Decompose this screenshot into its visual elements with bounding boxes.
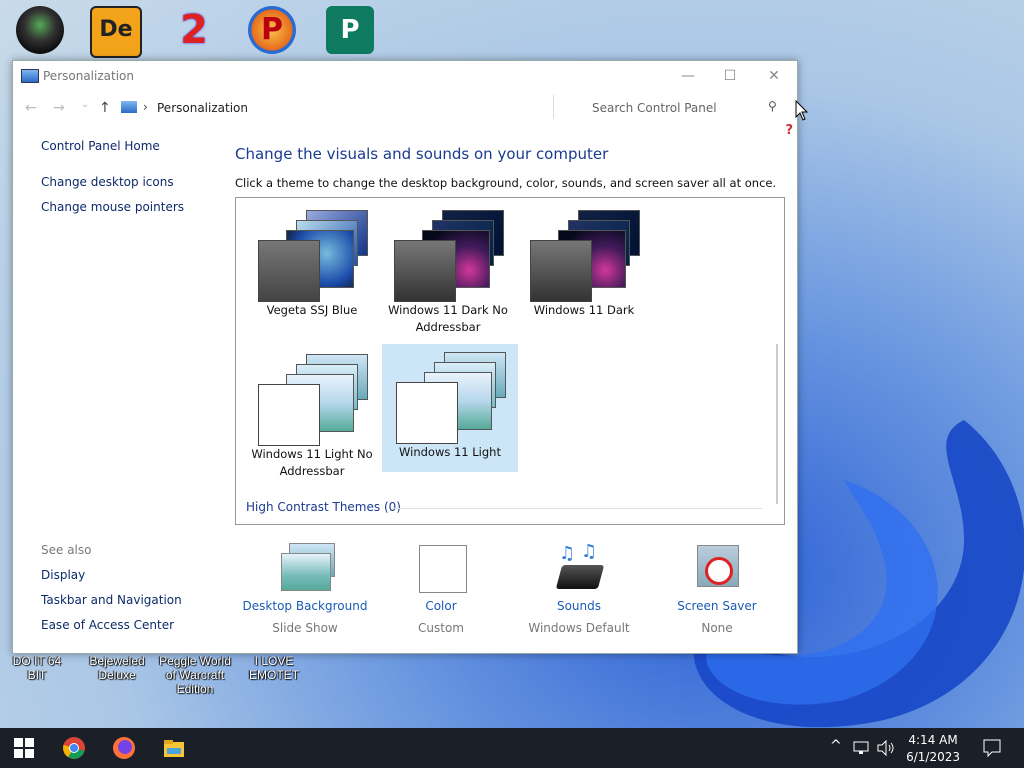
desktop-icon-app1[interactable] [10, 6, 70, 54]
see-also-taskbar-navigation[interactable]: Taskbar and Navigation [41, 593, 182, 607]
page-subtitle: Click a theme to change the desktop back… [235, 176, 777, 190]
sounds-label: Sounds [556, 599, 602, 613]
desktop-background-option[interactable]: Desktop Background Slide Show [237, 543, 373, 635]
desktop-label-emotet[interactable]: I LOVE EMOTET [236, 654, 312, 682]
color-value: Custom [418, 621, 464, 635]
sidebar-control-panel-home[interactable]: Control Panel Home [41, 139, 160, 153]
color-label: Color [425, 599, 457, 613]
network-icon[interactable] [852, 739, 870, 757]
desktop-label-doit[interactable]: DO IT 64 BIT [4, 654, 70, 682]
notification-icon[interactable] [982, 738, 1002, 758]
peggle-icon: P [248, 6, 296, 54]
control-panel-icon [121, 101, 137, 113]
firefox-icon[interactable] [112, 736, 136, 760]
mouse-cursor-icon [795, 100, 809, 121]
address-bar: ← → ⌄ ↑ › Personalization Search Control… [13, 95, 797, 121]
theme-name: Windows 11 Dark [533, 303, 635, 317]
see-also-ease-of-access[interactable]: Ease of Access Center [41, 618, 174, 632]
theme-tile[interactable]: Windows 11 Light No Addressbar [244, 346, 380, 478]
theme-name: Windows 11 Light [399, 445, 501, 459]
theme-name: Vegeta SSJ Blue [266, 303, 358, 317]
search-box[interactable]: Search Control Panel ⚲ [553, 95, 782, 119]
taskbar: ^ 4:14 AM 6/1/2023 [0, 728, 1024, 768]
clock-date: 6/1/2023 [906, 750, 960, 764]
file-explorer-icon[interactable] [162, 736, 186, 760]
theme-name: Windows 11 Light No Addressbar [251, 447, 373, 478]
start-button[interactable] [12, 736, 36, 760]
close-button[interactable]: ✕ [759, 65, 789, 87]
color-swatch-icon [415, 543, 467, 593]
title-bar[interactable]: Personalization — ☐ ✕ [13, 61, 797, 91]
themes-list: Vegeta SSJ Blue Windows 11 Dark No Addre… [235, 197, 785, 525]
screen-saver-label: Screen Saver [677, 599, 757, 613]
search-icon[interactable]: ⚲ [768, 99, 777, 113]
clock-time: 4:14 AM [908, 733, 958, 747]
help-icon[interactable]: ? [785, 123, 793, 138]
tray-chevron-icon[interactable]: ^ [830, 738, 842, 754]
breadcrumb[interactable]: Personalization [157, 101, 248, 115]
publisher-icon: P [326, 6, 374, 54]
theme-tile[interactable]: Windows 11 Dark [516, 202, 652, 330]
theme-tile-selected[interactable]: Windows 11 Light [382, 344, 518, 472]
divider [392, 508, 762, 509]
desktop-label-peggle[interactable]: Peggle World of Warcraft Edition [154, 654, 236, 696]
see-also-display[interactable]: Display [41, 568, 85, 582]
theme-name: Windows 11 Dark No Addressbar [388, 303, 508, 334]
theme-tile[interactable]: Windows 11 Dark No Addressbar [380, 202, 516, 334]
desktop-background-value: Slide Show [272, 621, 338, 635]
chrome-icon[interactable] [62, 736, 86, 760]
high-contrast-themes-header[interactable]: High Contrast Themes (0) [246, 500, 401, 514]
sounds-icon: ♫ ♫ [553, 541, 605, 593]
desktop-icon-app4[interactable]: P [242, 6, 302, 54]
screen-saver-icon [691, 543, 743, 593]
theme-preview [386, 210, 510, 302]
sounds-option[interactable]: ♫ ♫ Sounds Windows Default [511, 541, 647, 635]
helmet-icon [16, 6, 64, 54]
number-two-icon: 2 [180, 7, 208, 53]
up-button[interactable]: ↑ [99, 100, 111, 116]
desktop-icon-app3[interactable]: 2 [164, 6, 224, 54]
sidebar-change-desktop-icons[interactable]: Change desktop icons [41, 175, 174, 189]
minimize-button[interactable]: — [673, 65, 703, 87]
screen-saver-option[interactable]: Screen Saver None [649, 543, 785, 635]
see-also-heading: See also [41, 543, 92, 557]
theme-preview [388, 352, 512, 444]
forward-button[interactable]: → [53, 100, 65, 116]
back-button[interactable]: ← [25, 100, 37, 116]
search-input[interactable]: Search Control Panel [592, 101, 717, 115]
breadcrumb-separator: › [143, 100, 148, 114]
maximize-button[interactable]: ☐ [715, 65, 745, 87]
desktop-icon-app5[interactable]: P [320, 6, 380, 54]
personalization-window: Personalization — ☐ ✕ ← → ⌄ ↑ › Personal… [12, 60, 798, 654]
de-logo-icon: De [90, 6, 142, 58]
sidebar-change-mouse-pointers[interactable]: Change mouse pointers [41, 200, 184, 214]
theme-preview [522, 210, 646, 302]
desktop-icon-app2[interactable]: De [86, 6, 146, 58]
screen-saver-value: None [701, 621, 733, 635]
desktop-background-label: Desktop Background [242, 599, 368, 613]
window-title: Personalization [43, 69, 134, 83]
control-panel-icon [21, 69, 39, 83]
taskbar-clock[interactable]: 4:14 AM 6/1/2023 [906, 732, 960, 766]
page-title: Change the visuals and sounds on your co… [235, 145, 609, 163]
volume-icon[interactable] [876, 739, 896, 757]
color-option[interactable]: Color Custom [373, 543, 509, 635]
sounds-value: Windows Default [528, 621, 630, 635]
theme-preview [250, 210, 374, 302]
theme-preview [250, 354, 374, 446]
desktop-label-bejeweled[interactable]: Bejeweled Deluxe [86, 654, 148, 682]
recent-locations-dropdown[interactable]: ⌄ [81, 99, 89, 110]
theme-tile[interactable]: Vegeta SSJ Blue [244, 202, 380, 330]
desktop-background-icon [279, 543, 335, 593]
themes-scrollbar[interactable] [776, 344, 778, 504]
